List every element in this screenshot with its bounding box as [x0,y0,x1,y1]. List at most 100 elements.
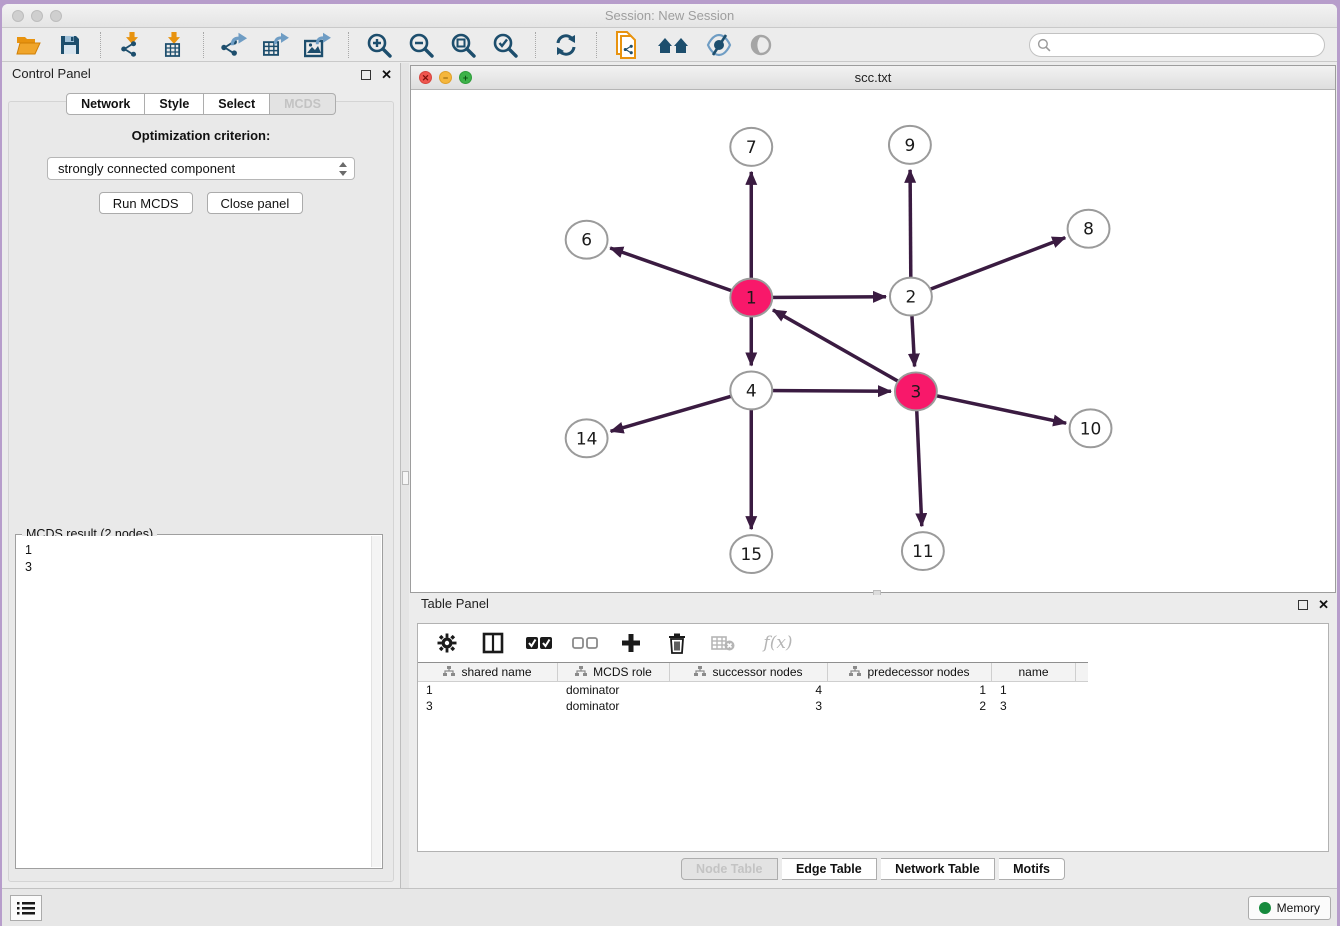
column-header-shared-name[interactable]: shared name [418,663,558,681]
create-column-button[interactable] [618,630,644,656]
optimization-criterion-label: Optimization criterion: [9,128,393,143]
function-builder-button[interactable]: f(x) [756,630,800,656]
table-settings-button[interactable] [434,630,460,656]
graph-node-6[interactable]: 6 [566,221,608,259]
zoom-selected-button[interactable] [491,31,519,59]
cell-mcds-role[interactable]: dominator [558,698,670,714]
export-image-button[interactable] [304,31,332,59]
zoom-out-button[interactable] [407,31,435,59]
cell-predecessor-nodes[interactable]: 2 [828,698,992,714]
namespace-icon [443,666,455,678]
panel-splitter[interactable] [400,63,409,888]
cell-successor-nodes[interactable]: 3 [670,698,828,714]
graph-node-7[interactable]: 7 [730,128,772,166]
tab-style[interactable]: Style [145,93,204,115]
column-header-name[interactable]: name [992,663,1076,681]
cell-name[interactable]: 1 [992,682,1076,698]
column-header-predecessor-nodes[interactable]: predecessor nodes [828,663,992,681]
export-table-button[interactable] [262,31,290,59]
zoom-in-button[interactable] [365,31,393,59]
graph-node-3[interactable]: 3 [895,372,937,410]
graph-node-10[interactable]: 10 [1070,409,1112,447]
graph-node-11[interactable]: 11 [902,532,944,570]
tab-network[interactable]: Network [66,93,145,115]
table-row[interactable]: 3 dominator 3 2 3 [418,698,1088,714]
edge-2-8[interactable] [911,238,1065,297]
cell-name[interactable]: 3 [992,698,1076,714]
level-of-detail-button[interactable] [747,31,775,59]
column-header-successor-nodes[interactable]: successor nodes [670,663,828,681]
result-scrollbar[interactable] [371,536,381,867]
close-table-panel-icon[interactable]: ✕ [1318,599,1329,611]
open-session-button[interactable] [14,31,42,59]
tab-network-table[interactable]: Network Table [881,858,995,880]
graph-node-1[interactable]: 1 [730,279,772,317]
graph-node-15[interactable]: 15 [730,535,772,573]
duplicate-network-button[interactable] [613,31,641,59]
graph-node-8[interactable]: 8 [1068,210,1110,248]
close-panel-icon[interactable]: ✕ [381,69,392,81]
graph-node-14[interactable]: 14 [566,419,608,457]
tab-edge-table[interactable]: Edge Table [782,858,877,880]
tab-select[interactable]: Select [204,93,270,115]
unselect-all-columns-button[interactable] [572,630,598,656]
save-session-button[interactable] [56,31,84,59]
cell-shared-name[interactable]: 1 [418,682,558,698]
close-panel-button[interactable]: Close panel [207,192,304,214]
edge-3-10[interactable] [916,391,1066,423]
visual-properties-button[interactable] [705,31,733,59]
delete-table-button[interactable] [710,630,736,656]
save-icon [59,34,81,56]
zoom-window-button[interactable] [50,10,62,22]
import-table-button[interactable] [159,31,187,59]
edge-4-14[interactable] [611,390,752,431]
window-controls[interactable] [12,10,62,22]
minimize-window-button[interactable] [31,10,43,22]
import-network-button[interactable] [117,31,145,59]
export-network-button[interactable] [220,31,248,59]
import-network-icon [118,32,144,58]
task-history-button[interactable] [10,895,42,921]
splitter-handle[interactable] [402,471,409,485]
table-row[interactable]: 1 dominator 4 1 1 [418,682,1088,698]
memory-status-icon [1259,902,1271,914]
tab-node-table[interactable]: Node Table [681,858,777,880]
run-mcds-button[interactable]: Run MCDS [99,192,193,214]
network-window-titlebar[interactable]: ✕ − + scc.txt [411,66,1335,90]
network-maximize-button[interactable]: + [459,71,472,84]
float-table-panel-icon[interactable] [1298,600,1308,610]
edge-3-1[interactable] [773,310,916,391]
search-input[interactable] [1029,33,1325,57]
network-graph[interactable]: 7 9 6 8 1 2 4 3 14 10 15 11 [411,91,1335,592]
network-canvas[interactable]: 7 9 6 8 1 2 4 3 14 10 15 11 [411,91,1335,592]
zoom-selected-icon [492,32,518,58]
mcds-result-text[interactable]: 1 3 [17,536,371,867]
close-window-button[interactable] [12,10,24,22]
delete-column-button[interactable] [664,630,690,656]
cell-predecessor-nodes[interactable]: 1 [828,682,992,698]
refresh-button[interactable] [552,31,580,59]
float-panel-icon[interactable] [361,70,371,80]
show-columns-button[interactable] [480,630,506,656]
cell-mcds-role[interactable]: dominator [558,682,670,698]
zoom-fit-button[interactable] [449,31,477,59]
optimization-criterion-select[interactable]: strongly connected component [47,157,355,180]
home-button[interactable] [655,31,691,59]
column-header-mcds-role[interactable]: MCDS role [558,663,670,681]
graph-node-4[interactable]: 4 [730,371,772,409]
tab-motifs[interactable]: Motifs [999,858,1065,880]
graph-node-2[interactable]: 2 [890,278,932,316]
tab-mcds[interactable]: MCDS [270,93,336,115]
cell-successor-nodes[interactable]: 4 [670,682,828,698]
trash-icon [668,633,686,654]
edge-3-11[interactable] [916,391,922,526]
network-minimize-button[interactable]: − [439,71,452,84]
cell-shared-name[interactable]: 3 [418,698,558,714]
edge-1-6[interactable] [610,248,751,298]
network-close-button[interactable]: ✕ [419,71,432,84]
export-image-icon [304,32,332,58]
graph-node-9[interactable]: 9 [889,126,931,164]
select-all-columns-button[interactable] [526,630,552,656]
unchecked-boxes-icon [572,636,598,650]
memory-button[interactable]: Memory [1248,896,1331,920]
